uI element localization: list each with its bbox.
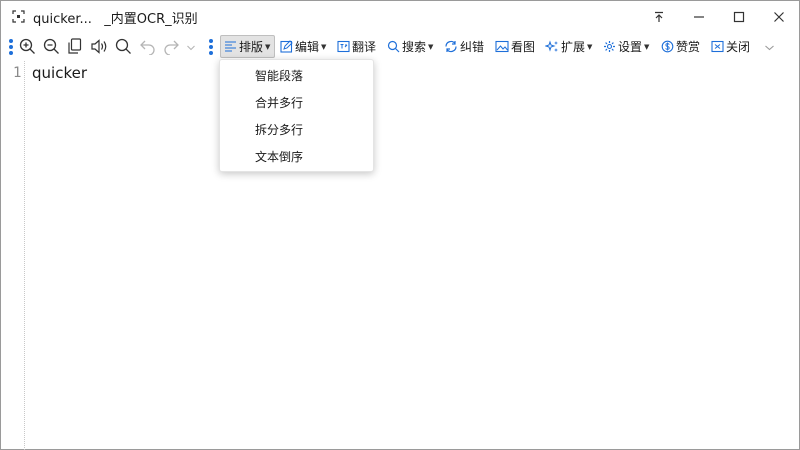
history-dropdown-button[interactable] bbox=[186, 32, 196, 61]
toolbar-grip-handle[interactable] bbox=[9, 39, 13, 55]
speaker-icon bbox=[91, 39, 107, 54]
view-image-button[interactable]: 看图 bbox=[495, 32, 535, 61]
zoom-in-button[interactable] bbox=[19, 32, 36, 61]
maximize-icon bbox=[733, 11, 745, 22]
sparkle-icon bbox=[545, 40, 558, 52]
menu-item-merge-lines[interactable]: 合并多行 bbox=[220, 89, 373, 116]
undo-icon bbox=[140, 40, 155, 55]
find-button[interactable] bbox=[115, 32, 132, 61]
layout-dropdown-menu: 智能段落 合并多行 拆分多行 文本倒序 bbox=[219, 59, 374, 172]
copy-button[interactable] bbox=[67, 32, 83, 61]
menu-item-reverse-text[interactable]: 文本倒序 bbox=[220, 143, 373, 170]
edit-menu-button[interactable]: 编辑 ▼ bbox=[280, 32, 326, 61]
refresh-icon bbox=[445, 40, 457, 53]
search-icon bbox=[387, 40, 400, 53]
close-window-button[interactable] bbox=[759, 1, 799, 32]
search-menu-label: 搜索 bbox=[402, 40, 427, 54]
donate-label: 赞赏 bbox=[676, 40, 701, 54]
app-window: quicker... _内置OCR_识别 排版 ▼ 编辑 ▼ 翻译 搜索 ▼ 纠… bbox=[0, 0, 800, 450]
menu-item-split-lines[interactable]: 拆分多行 bbox=[220, 116, 373, 143]
extend-menu-label: 扩展 bbox=[561, 40, 586, 54]
toolbar: 排版 ▼ 编辑 ▼ 翻译 搜索 ▼ 纠错 看图 扩展 ▼ 设置 ▼ 赞赏 关闭 bbox=[1, 32, 799, 61]
edit-pencil-icon bbox=[280, 40, 293, 53]
close-icon bbox=[774, 11, 784, 22]
line-number-gutter: 1 bbox=[1, 61, 25, 450]
line-number: 1 bbox=[13, 65, 22, 81]
redo-icon bbox=[164, 40, 179, 55]
settings-menu-button[interactable]: 设置 ▼ bbox=[603, 32, 649, 61]
dollar-coin-icon bbox=[661, 40, 674, 53]
layout-menu-button[interactable]: 排版 ▼ bbox=[220, 35, 276, 58]
redo-button[interactable] bbox=[163, 32, 180, 61]
chevron-down-icon bbox=[187, 45, 195, 50]
search-icon bbox=[115, 38, 131, 54]
window-title: quicker... _内置OCR_识别 bbox=[33, 12, 198, 27]
pin-top-icon bbox=[655, 11, 663, 22]
copy-icon bbox=[68, 38, 82, 54]
text-editor[interactable]: 1 quicker bbox=[1, 61, 799, 450]
undo-button[interactable] bbox=[139, 32, 156, 61]
chevron-down-icon bbox=[765, 45, 774, 50]
dropdown-caret-icon: ▼ bbox=[587, 42, 593, 51]
dropdown-caret-icon: ▼ bbox=[644, 42, 650, 51]
dropdown-caret-icon: ▼ bbox=[265, 42, 271, 51]
correct-button[interactable]: 纠错 bbox=[444, 32, 484, 61]
gear-icon bbox=[604, 41, 615, 52]
translate-icon bbox=[337, 40, 350, 53]
search-menu-button[interactable]: 搜索 ▼ bbox=[387, 32, 433, 61]
read-aloud-button[interactable] bbox=[90, 32, 108, 61]
translate-button[interactable]: 翻译 bbox=[337, 32, 376, 61]
toolbar-overflow-button[interactable] bbox=[764, 32, 775, 61]
toolbar-grip-handle-2[interactable] bbox=[209, 39, 213, 55]
ocr-scan-icon bbox=[12, 10, 25, 23]
translate-label: 翻译 bbox=[352, 40, 377, 54]
maximize-button[interactable] bbox=[719, 1, 759, 32]
image-icon bbox=[495, 40, 509, 53]
title-bar: quicker... _内置OCR_识别 bbox=[1, 1, 799, 32]
minimize-button[interactable] bbox=[679, 1, 719, 32]
correct-label: 纠错 bbox=[460, 40, 485, 54]
dropdown-caret-icon: ▼ bbox=[321, 42, 327, 51]
donate-button[interactable]: 赞赏 bbox=[661, 32, 700, 61]
align-lines-icon bbox=[225, 41, 236, 52]
menu-item-smart-paragraph[interactable]: 智能段落 bbox=[220, 62, 373, 89]
pin-top-button[interactable] bbox=[639, 1, 679, 32]
extend-menu-button[interactable]: 扩展 ▼ bbox=[545, 32, 592, 61]
close-box-icon bbox=[711, 40, 724, 53]
zoom-in-icon bbox=[19, 38, 35, 54]
view-image-label: 看图 bbox=[511, 40, 536, 54]
layout-menu-label: 排版 bbox=[239, 40, 264, 54]
zoom-out-icon bbox=[43, 38, 59, 54]
close-panel-label: 关闭 bbox=[726, 40, 751, 54]
settings-menu-label: 设置 bbox=[618, 40, 643, 54]
zoom-out-button[interactable] bbox=[43, 32, 60, 61]
close-panel-button[interactable]: 关闭 bbox=[711, 32, 750, 61]
editor-line-text[interactable]: quicker bbox=[32, 64, 87, 82]
dropdown-caret-icon: ▼ bbox=[428, 42, 434, 51]
edit-menu-label: 编辑 bbox=[295, 40, 320, 54]
minimize-icon bbox=[694, 15, 704, 18]
